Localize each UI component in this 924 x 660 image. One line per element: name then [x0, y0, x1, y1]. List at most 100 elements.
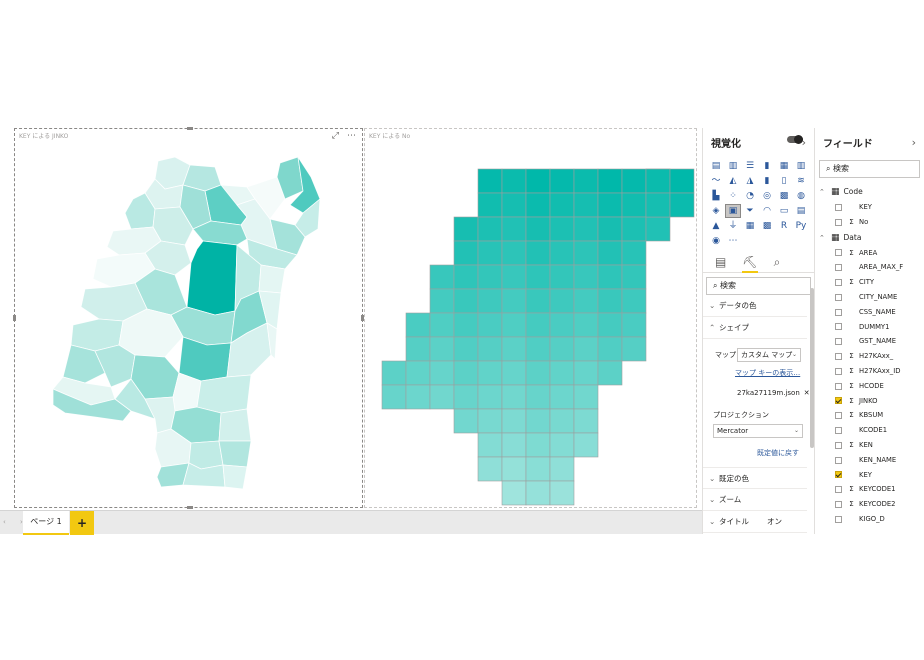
donut-chart-icon[interactable]: ◎ — [760, 190, 774, 202]
waterfall-icon[interactable]: ▙ — [709, 190, 723, 202]
python-visual-icon[interactable]: Py — [794, 220, 808, 232]
field-checkbox[interactable] — [835, 264, 842, 272]
slicer-icon[interactable]: ⏚ — [726, 220, 740, 232]
grid-tile[interactable] — [549, 456, 575, 482]
grid-tile[interactable] — [525, 360, 551, 386]
grid-tile[interactable] — [573, 168, 599, 194]
field-item[interactable]: Σ H27KAxx_ID — [815, 364, 924, 379]
grid-tile[interactable] — [573, 312, 599, 338]
map-key-link[interactable]: マップ キーの表示… — [735, 365, 800, 381]
field-checkbox[interactable] — [835, 338, 842, 346]
grid-tile[interactable] — [573, 216, 599, 242]
grid-tile[interactable] — [453, 336, 479, 362]
grid-tile[interactable] — [477, 168, 503, 194]
grid-tile[interactable] — [429, 384, 455, 410]
grid-tile[interactable] — [525, 456, 551, 482]
grid-map-no[interactable] — [365, 129, 696, 507]
grid-tile[interactable] — [477, 384, 503, 410]
grid-tile[interactable] — [549, 384, 575, 410]
field-checkbox[interactable] — [835, 293, 842, 301]
grid-tile[interactable] — [501, 384, 527, 410]
field-item[interactable]: KEY — [815, 200, 924, 215]
field-checkbox[interactable] — [835, 279, 842, 287]
grid-tile[interactable] — [573, 240, 599, 266]
field-item[interactable]: GST_NAME — [815, 334, 924, 349]
arcgis-icon[interactable]: ◉ — [709, 235, 723, 247]
grid-tile[interactable] — [453, 360, 479, 386]
grid-tile[interactable] — [477, 432, 503, 458]
card-icon[interactable]: ▭ — [777, 205, 791, 217]
field-checkbox[interactable] — [835, 441, 842, 449]
field-item[interactable]: Σ H27KAxx_ — [815, 349, 924, 364]
map-region[interactable] — [196, 374, 252, 414]
grid-tile[interactable] — [477, 456, 503, 482]
grid-tile[interactable] — [597, 264, 623, 290]
stacked-column-icon[interactable]: ▥ — [726, 160, 740, 172]
field-checkbox[interactable] — [835, 515, 842, 523]
grid-tile[interactable] — [501, 192, 527, 218]
field-item[interactable]: KIGO_D — [815, 512, 924, 527]
grid-tile[interactable] — [573, 408, 599, 434]
grid-tile[interactable] — [669, 168, 695, 194]
grid-tile[interactable] — [477, 288, 503, 314]
grid-tile[interactable] — [501, 168, 527, 194]
field-item[interactable]: Σ AREA — [815, 246, 924, 261]
section-shape[interactable]: ⌃ シェイプ — [703, 317, 807, 339]
field-item[interactable]: KEY — [815, 468, 924, 483]
choropleth-map-jinko[interactable] — [15, 129, 362, 507]
grid-tile[interactable] — [501, 288, 527, 314]
grid-tile[interactable] — [381, 360, 407, 386]
grid-tile[interactable] — [453, 312, 479, 338]
collapse-fields-icon[interactable]: › — [912, 136, 916, 149]
grid-tile[interactable] — [501, 216, 527, 242]
table-icon[interactable]: ▦ — [743, 220, 757, 232]
field-checkbox[interactable] — [835, 218, 842, 226]
field-checkbox[interactable] — [835, 397, 842, 405]
field-checkbox[interactable] — [835, 249, 842, 257]
grid-tile[interactable] — [573, 336, 599, 362]
section-zoom[interactable]: ⌄ ズーム — [703, 489, 807, 511]
page-tab-1[interactable]: ページ 1 — [23, 511, 69, 535]
gauge-icon[interactable]: ◠ — [760, 205, 774, 217]
grid-tile[interactable] — [645, 168, 671, 194]
grid-tile[interactable] — [597, 240, 623, 266]
grid-tile[interactable] — [549, 192, 575, 218]
grid-tile[interactable] — [549, 288, 575, 314]
more-visuals-icon[interactable]: ⋯ — [726, 235, 740, 247]
grid-tile[interactable] — [501, 264, 527, 290]
grid-tile[interactable] — [621, 312, 647, 338]
grid-tile[interactable] — [645, 192, 671, 218]
map-region[interactable] — [222, 464, 248, 490]
grid-tile[interactable] — [621, 216, 647, 242]
table-data[interactable]: ⌃ ▦ Data — [815, 230, 924, 246]
field-item[interactable]: DUMMY1 — [815, 320, 924, 335]
grid-tile[interactable] — [573, 264, 599, 290]
100-bar-icon[interactable]: ▦ — [777, 160, 791, 172]
grid-tile[interactable] — [501, 432, 527, 458]
grid-tile[interactable] — [573, 384, 599, 410]
grid-tile[interactable] — [477, 264, 503, 290]
grid-tile[interactable] — [549, 216, 575, 242]
map-region[interactable] — [188, 440, 224, 470]
format-search-input[interactable]: ⌕ 検索 — [706, 277, 811, 295]
filled-map-visual-no[interactable]: KEY による No — [364, 128, 697, 508]
stacked-bar-icon[interactable]: ▤ — [709, 160, 723, 172]
line-stacked-column-icon[interactable]: ▯ — [777, 175, 791, 187]
grid-tile[interactable] — [573, 288, 599, 314]
map-region[interactable] — [186, 240, 238, 316]
field-checkbox[interactable] — [835, 353, 842, 361]
grid-tile[interactable] — [549, 408, 575, 434]
grid-tile[interactable] — [525, 264, 551, 290]
field-checkbox[interactable] — [835, 203, 842, 211]
pie-chart-icon[interactable]: ◔ — [743, 190, 757, 202]
fields-tab-icon[interactable]: ▤ — [715, 255, 726, 273]
grid-tile[interactable] — [453, 240, 479, 266]
field-item[interactable]: CITY_NAME — [815, 290, 924, 305]
grid-tile[interactable] — [621, 336, 647, 362]
title-toggle[interactable] — [787, 135, 803, 144]
grid-tile[interactable] — [453, 288, 479, 314]
map-region[interactable] — [218, 408, 252, 442]
field-checkbox[interactable] — [835, 501, 842, 509]
grid-tile[interactable] — [477, 336, 503, 362]
grid-tile[interactable] — [477, 192, 503, 218]
